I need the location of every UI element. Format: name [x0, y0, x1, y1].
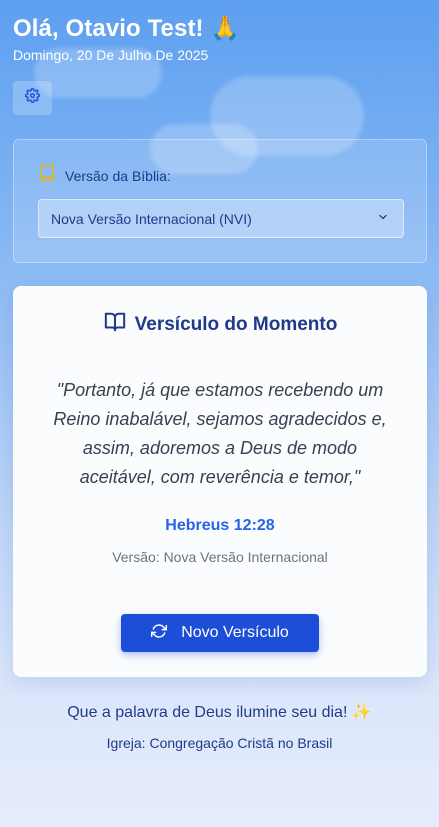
bible-version-label: Versão da Bíblia: [65, 167, 171, 184]
bible-version-panel: Versão da Bíblia: Nova Versão Internacio… [13, 139, 427, 263]
book-icon [38, 164, 56, 187]
verse-text: "Portanto, já que estamos recebendo um R… [53, 380, 387, 487]
church-label: Igreja: Congregação Cristã no Brasil [106, 735, 333, 751]
new-verse-button[interactable]: Novo Versículo [121, 614, 319, 652]
bible-version-selected-value: Nova Versão Internacional (NVI) [51, 210, 252, 227]
verse-reference: Hebreus 12:28 [165, 517, 275, 534]
bible-version-select[interactable]: Nova Versão Internacional (NVI) [38, 199, 404, 238]
verse-card: Versículo do Momento "Portanto, já que e… [13, 286, 427, 677]
chevron-down-icon [377, 210, 389, 228]
verse-version: Versão: Nova Versão Internacional [112, 549, 328, 565]
verse-card-header: Versículo do Momento [13, 311, 427, 338]
current-date: Domingo, 20 De Julho De 2025 [13, 47, 209, 63]
gear-icon [24, 87, 41, 108]
new-verse-button-label: Novo Versículo [181, 624, 289, 641]
bible-version-label-row: Versão da Bíblia: [38, 164, 171, 187]
header: Olá, Otavio Test! 🙏 Domingo, 20 De Julho… [13, 14, 240, 63]
greeting: Olá, Otavio Test! 🙏 [13, 15, 241, 42]
open-book-icon [103, 311, 127, 338]
settings-button[interactable] [13, 81, 52, 115]
verse-card-title: Versículo do Momento [134, 313, 338, 335]
footer-message: Que a palavra de Deus ilumine seu dia! ✨ [67, 704, 372, 721]
refresh-icon [151, 623, 168, 644]
